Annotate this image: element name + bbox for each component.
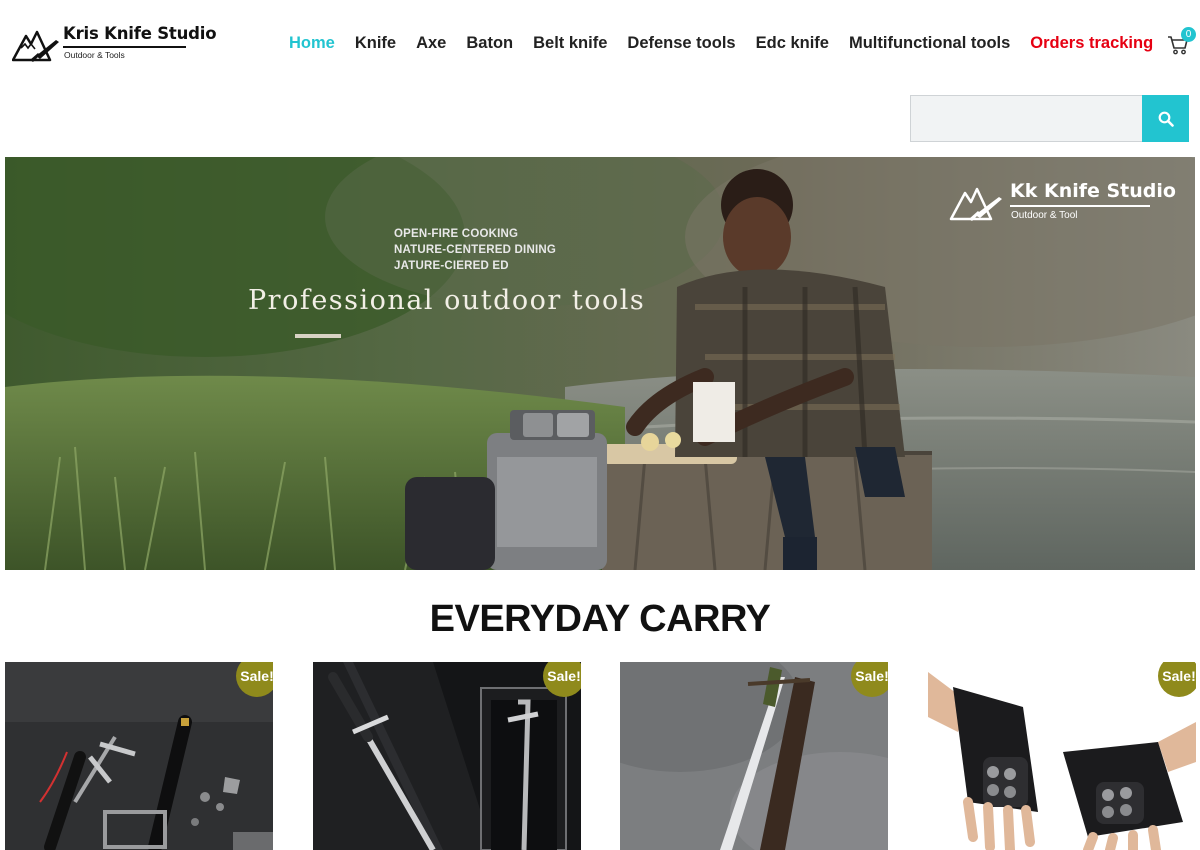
nav-home[interactable]: Home: [289, 34, 335, 53]
product-card[interactable]: Sale!: [5, 662, 273, 850]
section-title: EVERYDAY CARRY: [429, 598, 771, 640]
hero-tag: JATURE-CIERED ED: [394, 260, 509, 272]
tactical-gloves-photo: [928, 662, 1196, 850]
hero-banner[interactable]: OPEN-FIRE COOKING NATURE-CENTERED DINING…: [5, 157, 1195, 570]
hero-tag: OPEN-FIRE COOKING: [394, 228, 519, 240]
cart-count-badge: 0: [1181, 27, 1196, 42]
search-icon: [1158, 111, 1174, 127]
search-input[interactable]: [910, 95, 1142, 142]
hero-title-underline: [295, 334, 341, 338]
hero-brand-name: Kk Knife Studio: [1010, 180, 1176, 202]
mountain-knife-logo-icon: [949, 187, 1002, 221]
sword-display-photo: [313, 662, 581, 850]
hero-brand-tagline: Outdoor & Tool: [1011, 210, 1078, 221]
product-card[interactable]: Sale!: [313, 662, 581, 850]
search-form: [910, 95, 1189, 142]
nav-baton[interactable]: Baton: [466, 34, 513, 53]
product-card[interactable]: Sale!: [928, 662, 1196, 850]
hero-title: Professional outdoor tools: [248, 285, 646, 316]
main-navigation: Home Knife Axe Baton Belt knife Defense …: [289, 32, 1153, 54]
nav-axe[interactable]: Axe: [416, 34, 446, 53]
nav-orders-tracking[interactable]: Orders tracking: [1030, 34, 1153, 53]
nav-multifunctional-tools[interactable]: Multifunctional tools: [849, 34, 1010, 53]
hero-brand-watermark: Kk Knife Studio Outdoor & Tool: [949, 177, 1176, 225]
logo-title: Kris Knife Studio: [63, 24, 217, 43]
machete-photo: [620, 662, 888, 850]
nav-belt-knife[interactable]: Belt knife: [533, 34, 607, 53]
nav-edc-knife[interactable]: Edc knife: [756, 34, 829, 53]
hero-tags: OPEN-FIRE COOKING NATURE-CENTERED DINING…: [394, 226, 556, 274]
baton-set-photo: [5, 662, 273, 850]
nav-defense-tools[interactable]: Defense tools: [627, 34, 735, 53]
search-button[interactable]: [1142, 95, 1189, 142]
logo-divider: [63, 46, 186, 48]
hero-tag: NATURE-CENTERED DINING: [394, 244, 556, 256]
site-logo[interactable]: Kris Knife Studio Outdoor & Tools: [12, 22, 217, 62]
logo-tagline: Outdoor & Tools: [64, 50, 125, 60]
mountain-knife-logo-icon: [12, 30, 59, 62]
cart-button[interactable]: 0: [1165, 27, 1197, 59]
product-card[interactable]: Sale!: [620, 662, 888, 850]
hero-brand-divider: [1010, 205, 1150, 207]
nav-knife[interactable]: Knife: [355, 34, 396, 53]
